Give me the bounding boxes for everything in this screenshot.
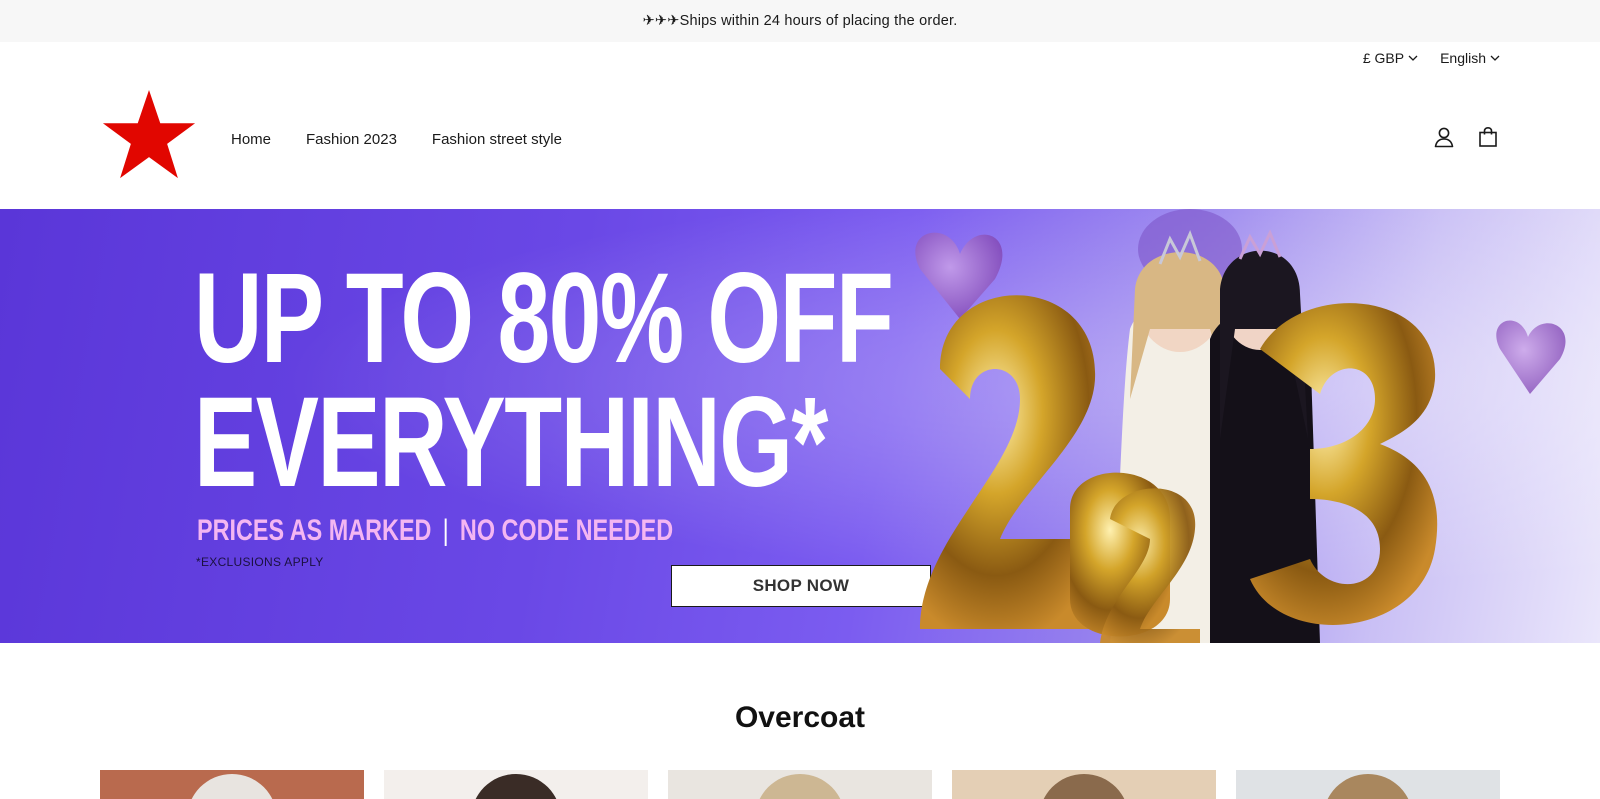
cart-button[interactable]: [1476, 125, 1500, 149]
section-title-overcoat: Overcoat: [734, 701, 866, 734]
announcement-bar: ✈✈✈Ships within 24 hours of placing the …: [0, 0, 1600, 42]
nav-item-home[interactable]: Home: [231, 131, 271, 148]
language-label: English: [1440, 50, 1486, 66]
main-nav: Home Fashion 2023 Fashion street style: [231, 131, 562, 148]
product-card[interactable]: [668, 770, 932, 799]
product-card[interactable]: [952, 770, 1216, 799]
product-card[interactable]: [384, 770, 648, 799]
user-icon: [1434, 127, 1454, 148]
hero-exclusions-note: *EXCLUSIONS APPLY: [196, 555, 324, 569]
product-image: [1039, 774, 1129, 799]
localization-bar: £ GBP English: [1363, 48, 1500, 68]
hero-headline-line2: EVERYTHING*: [194, 371, 828, 514]
chevron-down-icon: [1408, 55, 1418, 61]
chevron-down-icon: [1490, 55, 1500, 61]
product-card[interactable]: [100, 770, 364, 799]
announcement-text: ✈✈✈Ships within 24 hours of placing the …: [642, 13, 958, 29]
hero-photo-balloons: [915, 209, 1566, 643]
product-image: [187, 774, 277, 799]
shopping-bag-icon: [1479, 126, 1497, 147]
product-grid: [100, 770, 1500, 799]
product-image: [1323, 774, 1413, 799]
hero-headline-line1: UP TO 80% OFF: [194, 247, 894, 390]
nav-item-fashion-2023[interactable]: Fashion 2023: [306, 131, 397, 148]
product-card[interactable]: [1236, 770, 1500, 799]
hero-subline-right: NO CODE NEEDED: [459, 514, 674, 547]
star-logo[interactable]: [98, 88, 200, 186]
hero-subline-separator: |: [442, 514, 449, 547]
hero-banner[interactable]: UP TO 80% OFF EVERYTHING* PRICES AS MARK…: [0, 209, 1600, 643]
language-selector[interactable]: English: [1440, 48, 1500, 68]
account-button[interactable]: [1432, 125, 1456, 149]
hero-headline: UP TO 80% OFF EVERYTHING*: [194, 247, 894, 514]
heart-balloon: [1496, 320, 1566, 394]
currency-selector[interactable]: £ GBP: [1363, 48, 1418, 68]
hero-subline: PRICES AS MARKED | NO CODE NEEDED: [197, 514, 673, 548]
site-header: Home Fashion 2023 Fashion street style: [0, 80, 1600, 208]
hero-subline-left: PRICES AS MARKED: [197, 514, 432, 547]
product-image: [471, 774, 561, 799]
product-image: [755, 774, 845, 799]
header-icons: [1432, 125, 1500, 149]
nav-item-fashion-street-style[interactable]: Fashion street style: [432, 131, 562, 148]
currency-label: £ GBP: [1362, 50, 1405, 66]
